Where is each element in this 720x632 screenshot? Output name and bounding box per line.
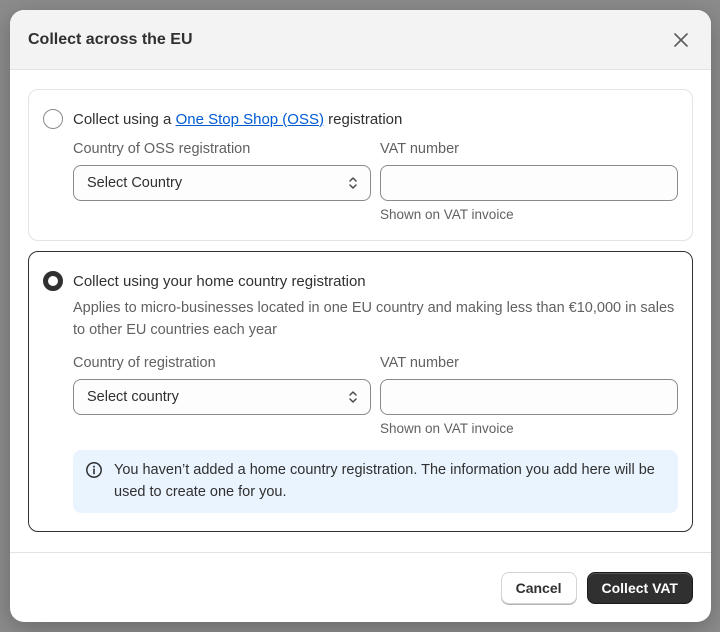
oss-country-select[interactable]: Select Country	[73, 165, 371, 201]
collect-eu-modal: Collect across the EU Collect using a On…	[10, 10, 711, 622]
collect-vat-button[interactable]: Collect VAT	[586, 571, 693, 604]
oss-fields: Country of OSS registration Select Count…	[73, 137, 678, 222]
home-option-description: Applies to micro-businesses located in o…	[73, 300, 675, 338]
modal-title: Collect across the EU	[28, 30, 193, 48]
close-button[interactable]	[669, 28, 693, 52]
info-banner-text: You haven’t added a home country registr…	[114, 462, 655, 500]
select-chevron-icon	[349, 177, 357, 189]
oss-country-label: Country of OSS registration	[73, 141, 251, 157]
home-country-label: Country of registration	[73, 355, 216, 371]
oss-vat-input[interactable]	[380, 165, 678, 201]
home-vat-help: Shown on VAT invoice	[380, 421, 514, 436]
home-vat-label: VAT number	[380, 355, 459, 371]
home-option-content: Applies to micro-businesses located in o…	[43, 297, 678, 513]
info-icon	[86, 462, 102, 478]
close-icon	[674, 33, 688, 47]
oss-vat-label: VAT number	[380, 141, 459, 157]
oss-vat-field: VAT number Shown on VAT invoice	[380, 137, 678, 222]
home-vat-input[interactable]	[380, 379, 678, 415]
home-radio[interactable]	[43, 271, 63, 291]
home-option-header: Collect using your home country registra…	[43, 269, 678, 293]
oss-country-value: Select Country	[87, 175, 183, 191]
oss-option-label: Collect using a One Stop Shop (OSS) regi…	[73, 111, 402, 128]
modal-footer: Cancel Collect VAT	[10, 552, 711, 622]
home-option-card[interactable]: Collect using your home country registra…	[28, 251, 693, 532]
oss-option-header: Collect using a One Stop Shop (OSS) regi…	[43, 107, 678, 131]
info-banner: You haven’t added a home country registr…	[73, 450, 678, 513]
home-option-label: Collect using your home country registra…	[73, 272, 366, 290]
oss-radio[interactable]	[43, 109, 63, 129]
home-country-field: Country of registration Select country	[73, 351, 371, 436]
oss-country-field: Country of OSS registration Select Count…	[73, 137, 371, 222]
modal-header: Collect across the EU	[10, 10, 711, 70]
oss-option-content: Country of OSS registration Select Count…	[43, 137, 678, 222]
modal-body: Collect using a One Stop Shop (OSS) regi…	[10, 70, 711, 532]
oss-label-suffix: registration	[328, 110, 403, 128]
oss-vat-help: Shown on VAT invoice	[380, 207, 514, 222]
home-vat-field: VAT number Shown on VAT invoice	[380, 351, 678, 436]
home-fields: Country of registration Select country V…	[73, 351, 678, 436]
select-chevron-icon	[349, 391, 357, 403]
home-country-select[interactable]: Select country	[73, 379, 371, 415]
home-country-value: Select country	[87, 389, 179, 405]
cancel-button[interactable]: Cancel	[500, 571, 577, 604]
oss-link[interactable]: One Stop Shop (OSS)	[176, 111, 324, 128]
oss-option-card[interactable]: Collect using a One Stop Shop (OSS) regi…	[28, 89, 693, 241]
oss-label-prefix: Collect using a	[73, 110, 172, 128]
